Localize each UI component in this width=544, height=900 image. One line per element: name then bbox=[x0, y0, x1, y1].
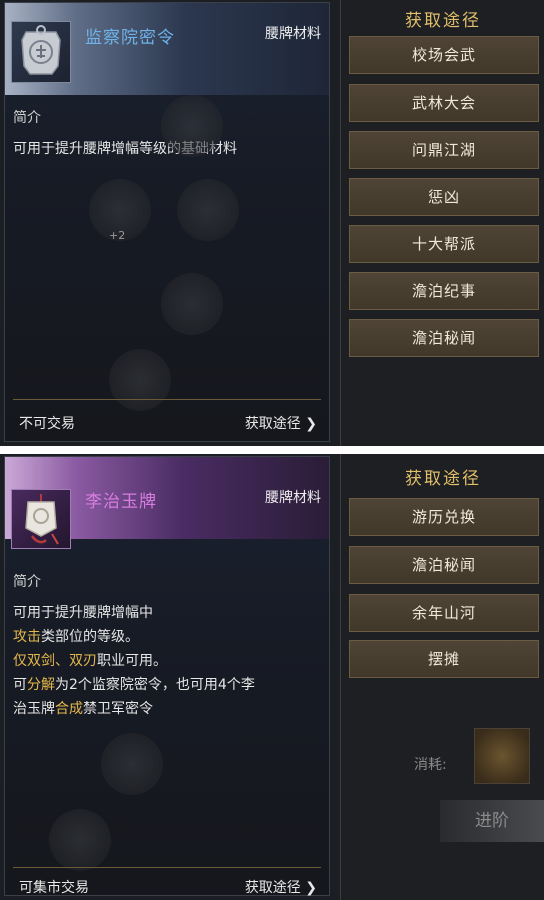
background-level-badge: +2 bbox=[109, 229, 126, 242]
footer-divider bbox=[13, 399, 321, 400]
token-seal-icon bbox=[21, 25, 61, 75]
description-text: 禁卫军密令 bbox=[83, 701, 153, 717]
item-type: 腰牌材料 bbox=[265, 26, 321, 42]
background-skill-icon bbox=[49, 809, 111, 871]
source-button[interactable]: 澹泊秘闻 bbox=[349, 546, 539, 584]
description-text: 治玉牌 bbox=[13, 701, 55, 717]
background-skill-icon bbox=[109, 349, 171, 411]
item-tooltip-panel-top: 监察院密令 腰牌材料 简介 可用于提升腰牌增幅等级的基础材料 +2 不可交易 获… bbox=[0, 0, 544, 446]
description-text: 可 bbox=[13, 677, 27, 693]
description-line: 治玉牌合成禁卫军密令 bbox=[13, 697, 323, 721]
source-button[interactable]: 惩凶 bbox=[349, 178, 539, 216]
acquire-path-link[interactable]: 获取途径 ❯ bbox=[245, 877, 317, 897]
background-skill-icon bbox=[177, 179, 239, 241]
description-highlight: 攻击 bbox=[13, 629, 41, 645]
source-button[interactable]: 澹泊秘闻 bbox=[349, 319, 539, 357]
description-text: 为2个监察院密令，也可用4个李 bbox=[55, 677, 255, 693]
item-description: 可用于提升腰牌增幅中 攻击类部位的等级。 仅双剑、双刃职业可用。 可分解为2个监… bbox=[13, 601, 323, 721]
item-name: 李治玉牌 bbox=[85, 492, 157, 512]
trade-status: 可集市交易 bbox=[19, 880, 89, 896]
description-text: 职业可用。 bbox=[97, 653, 167, 669]
acquire-path-link[interactable]: 获取途径 ❯ bbox=[245, 413, 317, 433]
acquire-path-panel: 获取途径 校场会武 武林大会 问鼎江湖 惩凶 十大帮派 澹泊纪事 澹泊秘闻 bbox=[340, 0, 544, 446]
source-button[interactable]: 摆摊 bbox=[349, 640, 539, 678]
item-icon-frame bbox=[11, 489, 71, 549]
acquire-path-title: 获取途径 bbox=[405, 11, 481, 31]
advance-button[interactable]: 进阶 bbox=[440, 800, 544, 842]
description-highlight: 分解 bbox=[27, 677, 55, 693]
item-tooltip-panel-bottom: 李治玉牌 腰牌材料 简介 可用于提升腰牌增幅中 攻击类部位的等级。 仅双剑、双刃… bbox=[0, 454, 544, 900]
description-highlight: 合成 bbox=[55, 701, 83, 717]
background-skill-icon bbox=[161, 95, 223, 157]
trade-status: 不可交易 bbox=[19, 416, 75, 432]
item-icon-frame bbox=[11, 21, 71, 83]
description-line: 攻击类部位的等级。 bbox=[13, 625, 323, 649]
source-button[interactable]: 十大帮派 bbox=[349, 225, 539, 263]
source-button[interactable]: 余年山河 bbox=[349, 594, 539, 632]
description-highlight: 仅双剑、双刃 bbox=[13, 653, 97, 669]
jade-tablet-icon bbox=[25, 494, 59, 545]
item-type: 腰牌材料 bbox=[265, 490, 321, 506]
description-line: 可用于提升腰牌增幅中 bbox=[13, 605, 153, 621]
source-button[interactable]: 游历兑换 bbox=[349, 498, 539, 536]
footer-divider bbox=[13, 867, 321, 868]
source-button[interactable]: 武林大会 bbox=[349, 84, 539, 122]
section-title-intro: 简介 bbox=[13, 110, 41, 126]
item-card: 监察院密令 腰牌材料 简介 可用于提升腰牌增幅等级的基础材料 +2 不可交易 获… bbox=[4, 2, 330, 442]
consume-material-icon bbox=[474, 728, 530, 784]
source-button[interactable]: 校场会武 bbox=[349, 36, 539, 74]
description-line: 可分解为2个监察院密令，也可用4个李 bbox=[13, 673, 323, 697]
acquire-path-title: 获取途径 bbox=[405, 469, 481, 489]
background-skill-icon bbox=[101, 733, 163, 795]
description-text: 类部位的等级。 bbox=[41, 629, 139, 645]
source-button[interactable]: 澹泊纪事 bbox=[349, 272, 539, 310]
section-title-intro: 简介 bbox=[13, 574, 41, 590]
item-name: 监察院密令 bbox=[85, 28, 175, 48]
background-skill-icon bbox=[161, 273, 223, 335]
consume-label: 消耗: bbox=[414, 757, 447, 773]
description-line: 仅双剑、双刃职业可用。 bbox=[13, 649, 323, 673]
source-button[interactable]: 问鼎江湖 bbox=[349, 131, 539, 169]
item-card: 李治玉牌 腰牌材料 简介 可用于提升腰牌增幅中 攻击类部位的等级。 仅双剑、双刃… bbox=[4, 456, 330, 896]
